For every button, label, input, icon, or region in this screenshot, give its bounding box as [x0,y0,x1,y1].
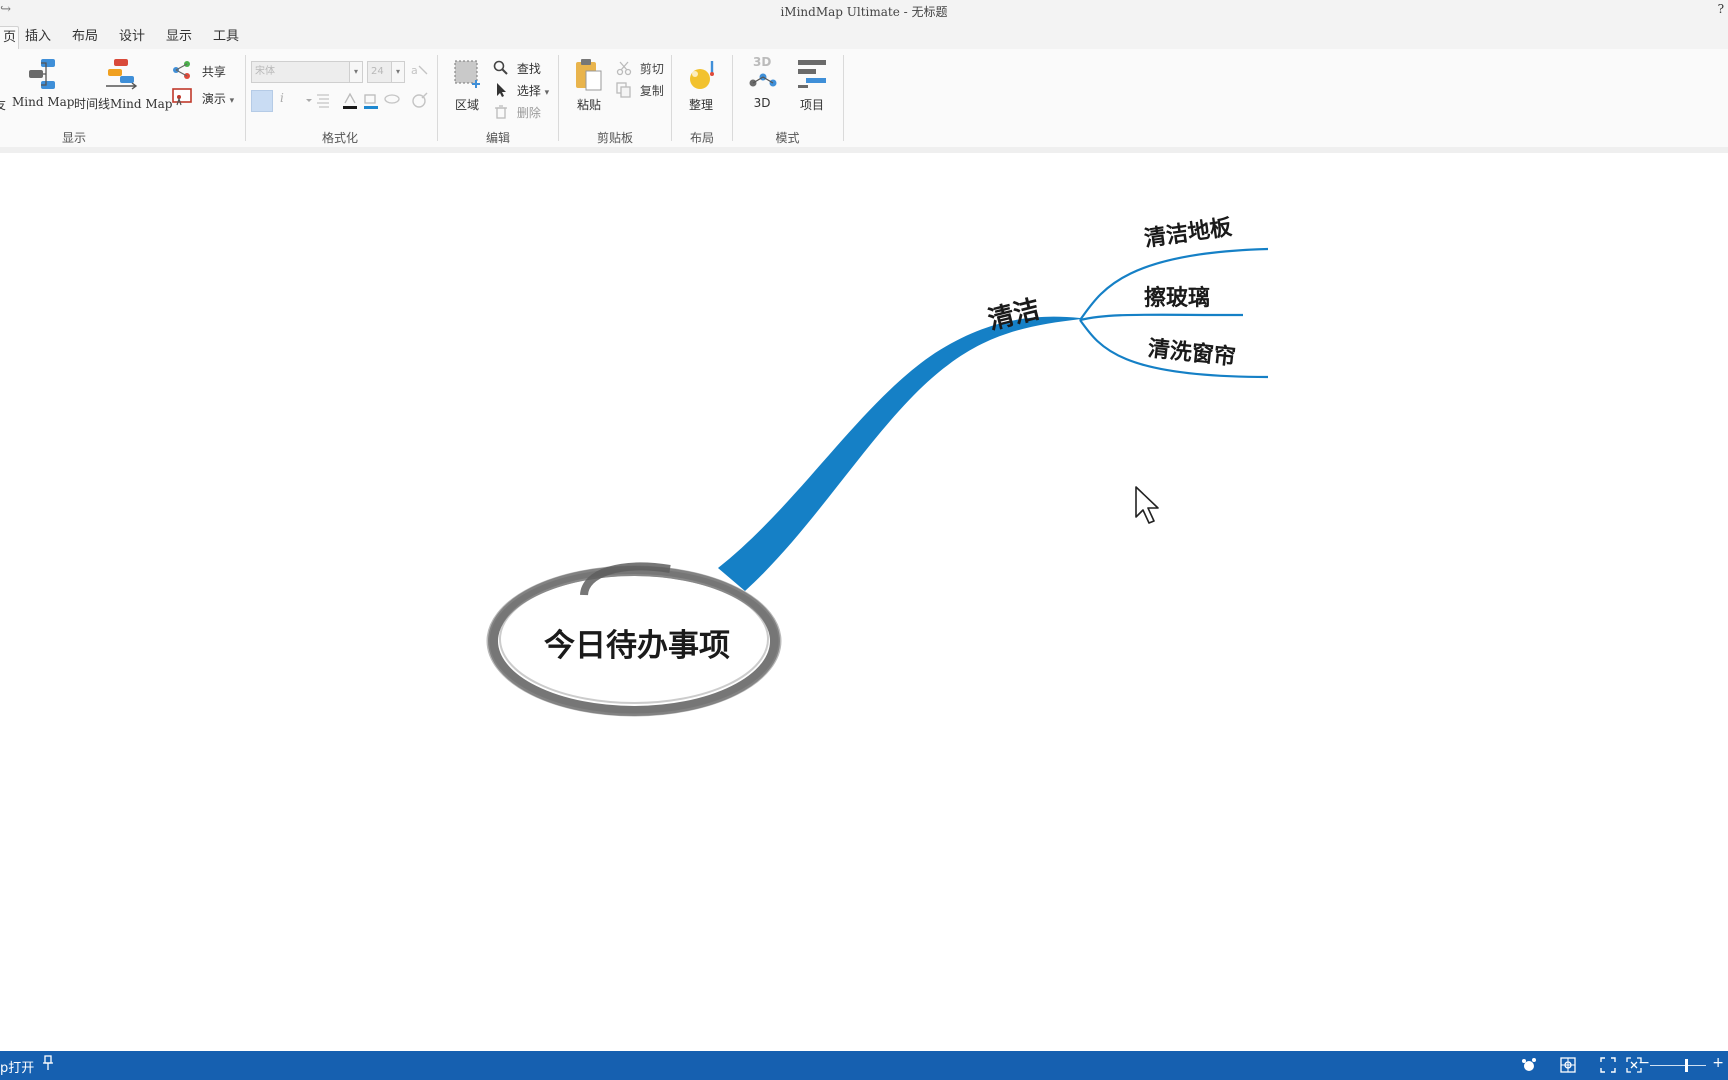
timeline-label: 时间线 [74,97,111,111]
svg-text:3D: 3D [753,55,771,69]
format-painter-icon[interactable] [411,92,429,113]
present-dropdown-icon: ▾ [229,96,235,106]
3d-mode-button[interactable]: 3D 3D [738,55,786,115]
search-icon [493,60,508,75]
group-label-layout: 布局 [689,131,714,145]
group-separator [558,55,559,141]
main-branch[interactable] [718,316,1081,591]
region-select-icon [454,60,480,88]
pin-icon[interactable] [42,1055,54,1075]
tab-view[interactable]: 显示 [166,26,192,49]
select-dropdown-icon: ▾ [544,88,550,98]
timeline-mindmap-label: Mind Map [110,97,173,111]
group-label-mode: 模式 [775,131,800,145]
tab-design[interactable]: 设计 [119,26,145,49]
tab-tools[interactable]: 工具 [213,26,239,49]
cursor-arrow-icon [497,83,506,97]
clear-format-icon[interactable]: a [411,62,429,81]
center-map-icon[interactable] [1560,1057,1576,1077]
central-topic-text[interactable]: 今日待办事项 [544,628,730,664]
project-mode-button[interactable]: 项目 [788,55,836,115]
font-family-combo[interactable]: 宋体 ▾ [251,61,363,83]
title-bar: ↪ iMindMap Ultimate - 无标题 ? [0,0,1728,22]
window-title: iMindMap Ultimate - 无标题 [780,5,948,19]
highlight-icon[interactable] [383,92,401,111]
zoom-in-button[interactable]: + [1712,1055,1724,1071]
font-dropdown-icon: ▾ [349,62,362,82]
project-gantt-icon [798,60,826,88]
sub-topic-floor[interactable]: 清洁地板 [1143,214,1235,252]
ribbon-tabs: 页 插入 布局 设计 显示 工具 [0,22,1728,50]
delete-button[interactable]: 删除 [493,101,541,120]
fullscreen-icon[interactable] [1600,1057,1616,1077]
group-separator [843,55,844,141]
fit-map-icon[interactable] [1520,1057,1538,1077]
svg-text:a: a [411,64,418,77]
zoom-slider[interactable] [1650,1065,1706,1066]
text-color-icon[interactable] [341,92,359,113]
scissors-icon [616,61,632,76]
font-size-combo[interactable]: 24 ▾ [367,61,405,83]
status-left-text: p打开 [0,1061,35,1076]
paste-clipboard-icon [576,59,602,91]
tab-home[interactable]: 页 [0,26,19,50]
group-label-edit: 编辑 [485,131,510,145]
mind-map-view-button[interactable]: Mind Map [12,55,74,115]
sub-topic-glass[interactable]: 擦玻璃 [1144,285,1210,311]
size-dropdown-icon: ▾ [391,62,404,82]
timeline-icon [106,59,138,90]
group-separator [245,55,246,141]
copy-button[interactable]: 复制 [616,79,664,98]
italic-button[interactable]: i [280,91,284,105]
arrange-button[interactable]: 整理 [677,55,725,115]
sub-branch-glass[interactable] [1079,313,1244,322]
tab-insert[interactable]: 插入 [25,26,51,49]
help-button[interactable]: ? [1718,2,1724,16]
branch-label-clean[interactable]: 清洁 [985,294,1043,336]
mouse-cursor-icon [1135,486,1159,524]
present-button[interactable]: 演示 ▾ [172,85,235,106]
trash-icon [495,105,507,119]
mind-map-svg: 今日待办事项 清洁 清洁地板 擦玻璃 清洗窗帘 [486,214,1269,717]
select-button[interactable]: 选择 ▾ [493,79,550,98]
mind-map-icon [29,59,55,89]
cut-off-button[interactable]: 友 [0,55,10,115]
status-bar: p打开 − + [0,1051,1728,1080]
fill-color-icon[interactable] [362,92,380,113]
share-icon [173,61,190,79]
zoom-out-button[interactable]: − [1638,1055,1650,1071]
group-label-format: 格式化 [321,131,358,145]
sub-topic-curtain[interactable]: 清洗窗帘 [1147,336,1237,371]
group-label-clipboard: 剪贴板 [596,131,633,145]
bold-button[interactable] [251,90,273,112]
cut-button[interactable]: 剪切 [616,57,664,76]
align-dropdown-icon[interactable] [305,90,331,113]
copy-icon [616,82,631,98]
find-button[interactable]: 查找 [493,57,541,76]
share-button[interactable]: 共享 [172,58,226,79]
region-button[interactable]: 区域 [443,55,491,115]
ribbon: 友 Mind Map 时间线Mind Map 共享 演示 ▾ 显示 宋体 ▾ 2… [0,49,1728,148]
arrange-icon [690,61,714,89]
tab-layout[interactable]: 布局 [72,26,98,49]
presentation-icon [172,88,192,106]
zoom-slider-thumb[interactable] [1685,1059,1688,1072]
timeline-mind-map-button[interactable]: 时间线Mind Map [72,55,173,115]
mind-map-canvas[interactable]: 今日待办事项 清洁 清洁地板 擦玻璃 清洗窗帘 [0,153,1728,1051]
3d-map-icon: 3D [749,55,777,87]
group-label-display: 显示 [61,131,86,145]
paste-button[interactable]: 粘贴 [565,55,613,115]
group-separator [732,55,733,141]
